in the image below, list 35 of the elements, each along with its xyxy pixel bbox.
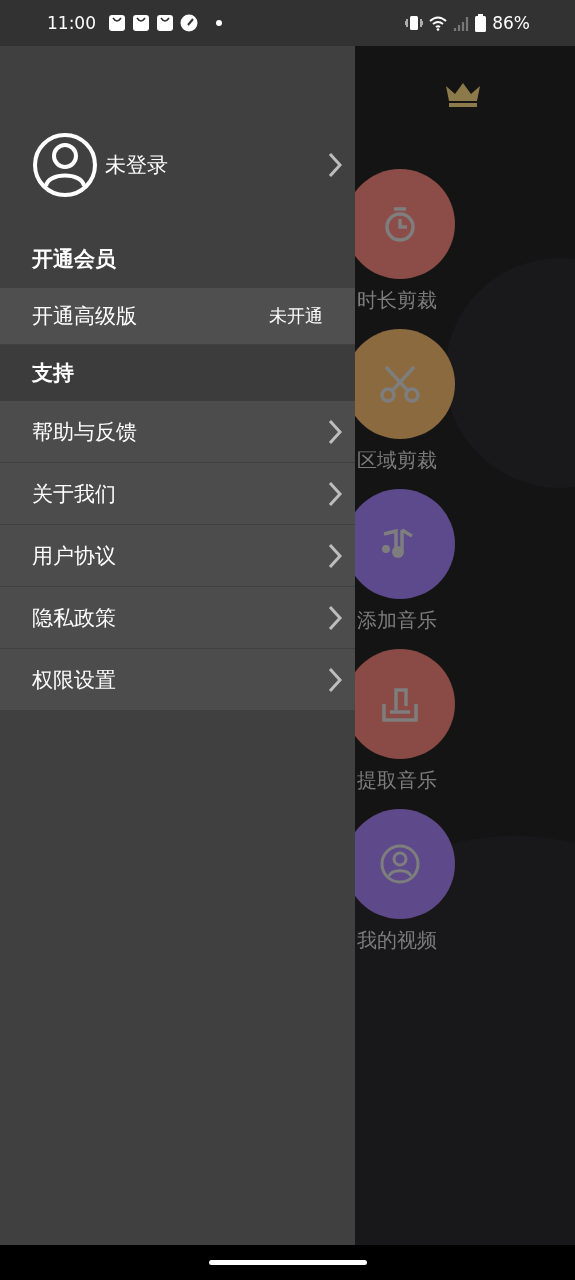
avatar-icon[interactable]: [33, 133, 97, 197]
tool-label: 提取音乐: [357, 767, 437, 794]
login-status[interactable]: 未登录: [105, 151, 168, 179]
menu-item[interactable]: 权限设置: [0, 649, 355, 710]
vibrate-icon: [405, 16, 424, 30]
chevron-right-icon: [327, 603, 343, 632]
crown-icon[interactable]: [445, 82, 481, 108]
section-header: 支持: [0, 345, 355, 401]
chevron-right-icon: [327, 541, 343, 570]
section-header: 开通会员: [31, 246, 117, 273]
chevron-right-icon: [327, 665, 343, 694]
shopping-bag-icon: [108, 14, 126, 32]
chevron-right-icon: [327, 479, 343, 508]
tool-label: 添加音乐: [357, 607, 437, 634]
dot-icon: [216, 20, 222, 26]
shopping-bag-icon: [156, 14, 174, 32]
tool-label: 区域剪裁: [357, 447, 437, 474]
menu-item-label[interactable]: 开通高级版: [32, 302, 137, 330]
menu-item[interactable]: 关于我们: [0, 463, 355, 524]
person-icon: [378, 842, 422, 886]
menu-item[interactable]: 用户协议: [0, 525, 355, 586]
tool-label: 时长剪裁: [357, 287, 437, 314]
wifi-icon: [429, 15, 448, 31]
signal-icon: [453, 15, 470, 31]
chevron-right-icon: [327, 417, 343, 446]
battery-icon: [475, 14, 487, 32]
shopping-bag-icon: [132, 14, 150, 32]
menu-item[interactable]: 隐私政策: [0, 587, 355, 648]
menu-item[interactable]: 帮助与反馈: [0, 401, 355, 462]
tool-label: 我的视频: [357, 927, 437, 954]
chevron-right-icon: [327, 151, 343, 179]
gauge-icon: [180, 14, 198, 32]
battery-percent: 86%: [492, 13, 530, 33]
status-text: 未开通: [269, 304, 323, 328]
clock: 11:00: [47, 13, 96, 33]
